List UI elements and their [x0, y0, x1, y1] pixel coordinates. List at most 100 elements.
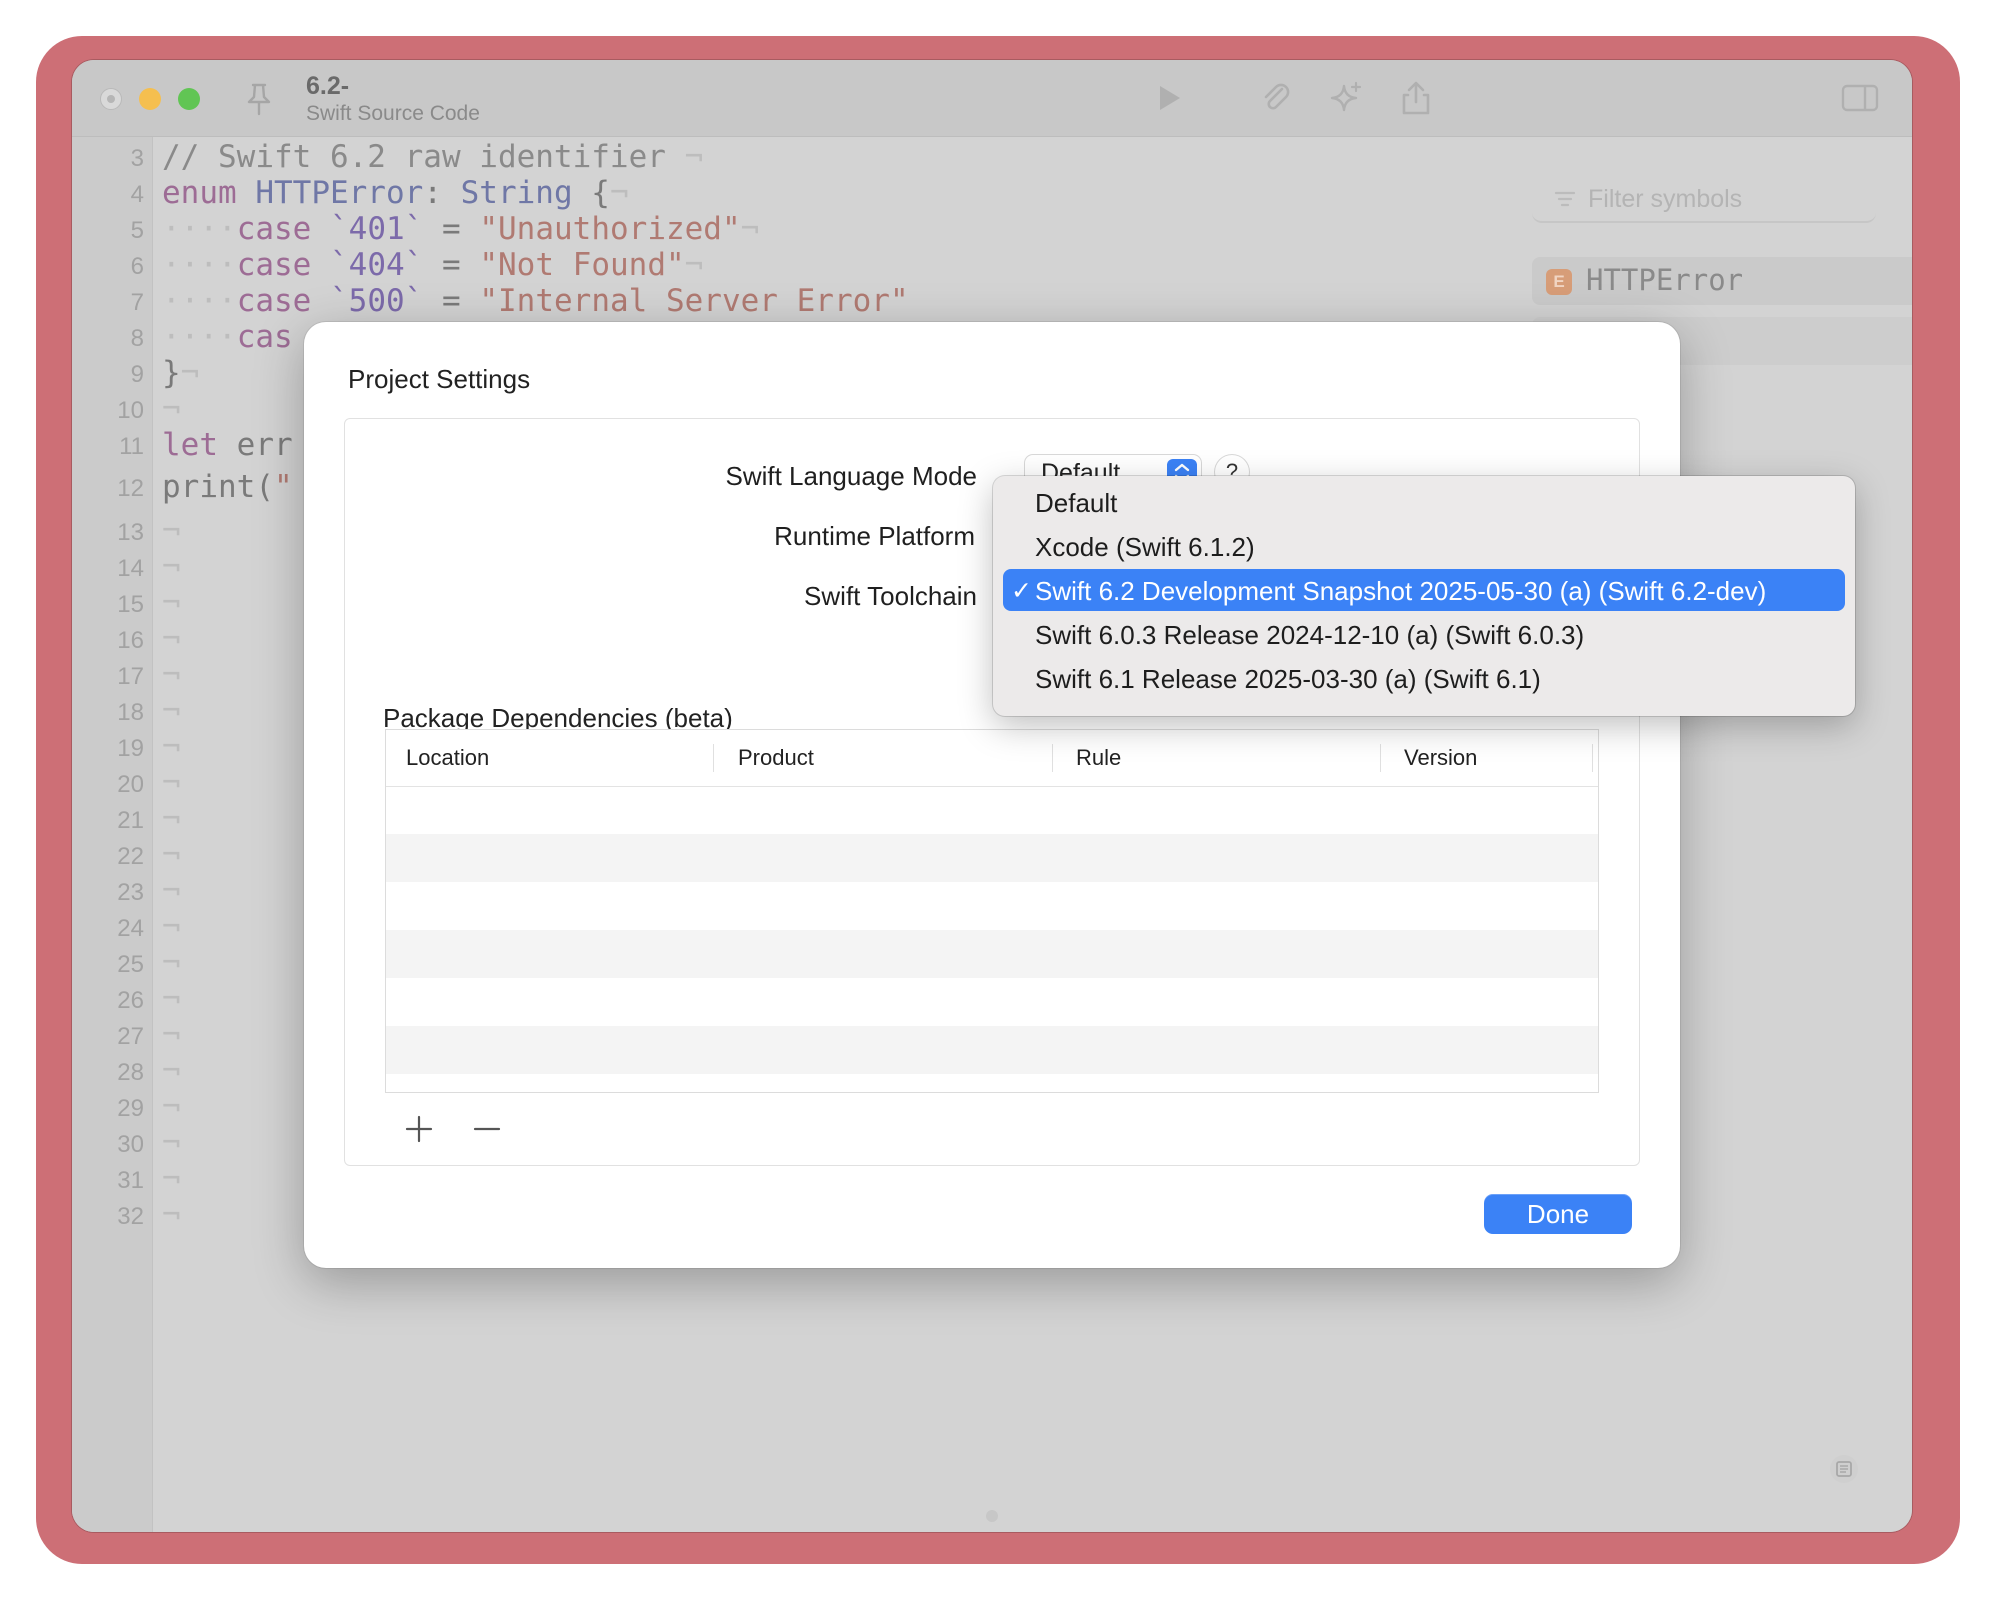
- code-line[interactable]: 6 ····case `404` = "Not Found"¬: [72, 247, 1496, 287]
- line-number: 31: [117, 1167, 144, 1194]
- code-text: ¬: [162, 1017, 181, 1053]
- line-number: 19: [117, 735, 144, 762]
- code-text: let err: [162, 427, 293, 463]
- menu-item-label: Default: [1035, 488, 1118, 518]
- menu-item-label: Swift 6.2 Development Snapshot 2025-05-3…: [1035, 576, 1767, 606]
- line-number: 13: [117, 519, 144, 546]
- sparkle-icon[interactable]: [1328, 80, 1364, 116]
- code-text: ¬: [162, 873, 181, 909]
- code-text: ¬: [162, 549, 181, 585]
- code-text: ¬: [162, 729, 181, 765]
- runtime-platform-label: Runtime Platform: [774, 521, 975, 551]
- code-text: ¬: [162, 837, 181, 873]
- line-number: 7: [130, 289, 144, 316]
- code-text: }¬: [162, 355, 200, 391]
- line-number: 10: [117, 397, 144, 424]
- line-number: 3: [130, 145, 144, 172]
- sidebar-toggle-icon[interactable]: [1840, 80, 1880, 116]
- line-number: 4: [130, 181, 144, 208]
- split-handle[interactable]: [986, 1510, 998, 1522]
- line-number: 9: [130, 361, 144, 388]
- enum-badge-icon: E: [1546, 269, 1572, 295]
- table-row[interactable]: [386, 834, 1598, 882]
- close-window-button[interactable]: [100, 88, 122, 110]
- code-line[interactable]: 4 enum HTTPError: String {¬: [72, 175, 1496, 215]
- column-separator: [1052, 744, 1053, 772]
- line-number: 5: [130, 217, 144, 244]
- code-text: ····case `404` = "Not Found"¬: [162, 247, 704, 283]
- code-text: ¬: [162, 1161, 181, 1197]
- paperclip-icon[interactable]: [1258, 80, 1294, 116]
- document-title: 6.2-: [306, 72, 350, 100]
- titlebar: 6.2- Swift Source Code: [72, 60, 1912, 137]
- symbol-row-httperror[interactable]: E HTTPError: [1532, 257, 1912, 305]
- code-line[interactable]: 3 // Swift 6.2 raw identifier ¬: [72, 139, 1496, 179]
- menu-item-toolchain[interactable]: ✓ Swift 6.2 Development Snapshot 2025-05-…: [1003, 569, 1845, 611]
- code-text: ¬: [162, 1125, 181, 1161]
- notes-icon[interactable]: [1828, 1453, 1860, 1485]
- code-text: ¬: [162, 513, 181, 549]
- line-number: 17: [117, 663, 144, 690]
- table-row[interactable]: [386, 882, 1598, 930]
- line-number: 8: [130, 325, 144, 352]
- code-text: ¬: [162, 693, 181, 729]
- table-row[interactable]: [386, 1026, 1598, 1074]
- column-separator: [1380, 744, 1381, 772]
- code-text: ¬: [162, 909, 181, 945]
- column-location[interactable]: Location: [406, 745, 489, 771]
- symbol-name: HTTPError: [1586, 263, 1744, 297]
- code-text: enum HTTPError: String {¬: [162, 175, 629, 211]
- menu-item-toolchain[interactable]: Default: [1003, 481, 1845, 523]
- remove-dependency-button[interactable]: [469, 1111, 505, 1147]
- pin-icon[interactable]: [244, 82, 274, 116]
- column-product[interactable]: Product: [738, 745, 814, 771]
- code-text: ····case `500` = "Internal Server Error": [162, 283, 909, 319]
- dialog-title: Project Settings: [348, 364, 531, 394]
- line-number: 24: [117, 915, 144, 942]
- add-dependency-button[interactable]: [401, 1111, 437, 1147]
- table-row[interactable]: [386, 786, 1598, 834]
- run-icon[interactable]: [1150, 80, 1186, 116]
- line-number: 14: [117, 555, 144, 582]
- line-number: 18: [117, 699, 144, 726]
- code-text: ¬: [162, 621, 181, 657]
- menu-item-toolchain[interactable]: Swift 6.1 Release 2025-03-30 (a) (Swift …: [1003, 657, 1845, 699]
- menu-item-label: Swift 6.1 Release 2025-03-30 (a) (Swift …: [1035, 664, 1541, 694]
- column-separator: [713, 744, 714, 772]
- done-button[interactable]: Done: [1484, 1194, 1632, 1234]
- code-text: // Swift 6.2 raw identifier ¬: [162, 139, 704, 175]
- language-mode-label: Swift Language Mode: [725, 461, 977, 491]
- code-text: ····cas: [162, 319, 293, 355]
- code-text: ¬: [162, 657, 181, 693]
- filter-icon: [1554, 191, 1576, 207]
- table-row[interactable]: [386, 978, 1598, 1026]
- code-text: ····case `401` = "Unauthorized"¬: [162, 211, 760, 247]
- line-number: 20: [117, 771, 144, 798]
- line-number: 27: [117, 1023, 144, 1050]
- table-row[interactable]: [386, 930, 1598, 978]
- menu-item-toolchain[interactable]: Swift 6.0.3 Release 2024-12-10 (a) (Swif…: [1003, 613, 1845, 655]
- filter-symbols-field[interactable]: Filter symbols: [1532, 177, 1876, 223]
- project-settings-dialog: Project Settings Swift Language Mode Def…: [304, 322, 1680, 1268]
- code-text: ¬: [162, 801, 181, 837]
- code-text: ¬: [162, 585, 181, 621]
- code-line[interactable]: 7 ····case `500` = "Internal Server Error…: [72, 283, 1496, 323]
- line-number: 21: [117, 807, 144, 834]
- code-line[interactable]: 5 ····case `401` = "Unauthorized"¬: [72, 211, 1496, 251]
- table-header: Location Product Rule Version: [386, 730, 1598, 787]
- menu-item-label: Xcode (Swift 6.1.2): [1035, 532, 1255, 562]
- line-number: 12: [117, 475, 144, 502]
- dependencies-table[interactable]: Location Product Rule Version: [385, 729, 1599, 1093]
- checkmark-icon: ✓: [1011, 577, 1032, 605]
- minimize-window-button[interactable]: [139, 88, 161, 110]
- code-text: print(": [162, 469, 293, 505]
- share-icon[interactable]: [1398, 80, 1434, 116]
- filter-placeholder: Filter symbols: [1588, 185, 1743, 213]
- column-rule[interactable]: Rule: [1076, 745, 1121, 771]
- column-version[interactable]: Version: [1404, 745, 1477, 771]
- code-text: ¬: [162, 1053, 181, 1089]
- zoom-window-button[interactable]: [178, 88, 200, 110]
- line-number: 15: [117, 591, 144, 618]
- menu-item-toolchain[interactable]: Xcode (Swift 6.1.2): [1003, 525, 1845, 567]
- column-separator: [1592, 744, 1593, 772]
